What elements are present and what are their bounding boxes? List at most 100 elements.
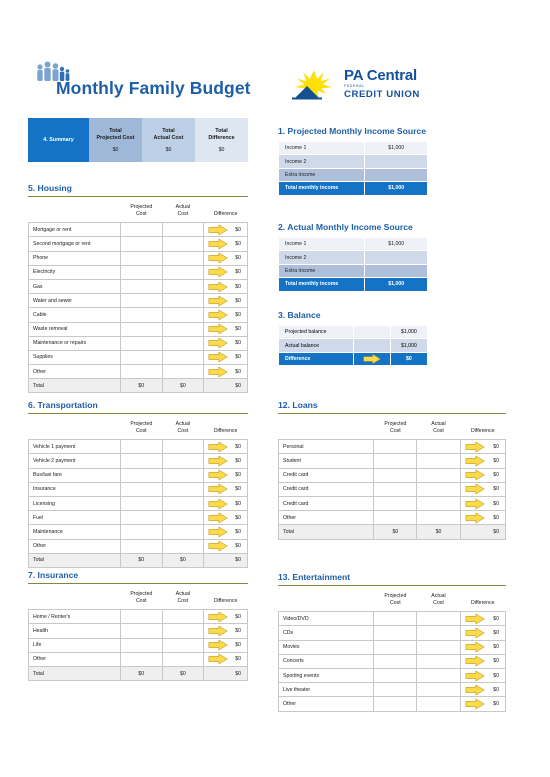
cell-projected-cost[interactable]: [373, 439, 418, 455]
cell-actual-cost[interactable]: [161, 467, 205, 483]
cell-actual-cost[interactable]: [161, 637, 205, 653]
cell-projected-cost[interactable]: [119, 510, 163, 526]
cell-projected-cost[interactable]: [119, 453, 163, 469]
cell-actual-cost[interactable]: [161, 264, 205, 280]
cell-actual-cost[interactable]: [161, 538, 205, 554]
section-projected-income: 1. Projected Monthly Income Source Incom…: [277, 126, 428, 196]
income-value[interactable]: [364, 250, 428, 265]
cell-actual-cost[interactable]: [416, 510, 461, 526]
cell-difference: $0: [203, 335, 248, 351]
cell-actual-cost[interactable]: [416, 667, 461, 684]
cell-actual-cost[interactable]: [416, 696, 461, 712]
total-projected-cost: $0: [119, 665, 163, 682]
income-value[interactable]: $1,000: [364, 140, 428, 156]
cell-projected-cost[interactable]: [119, 349, 163, 366]
cell-projected-cost[interactable]: [119, 307, 163, 323]
cell-actual-cost[interactable]: [161, 321, 205, 337]
cell-actual-cost[interactable]: [161, 609, 205, 625]
cell-projected-cost[interactable]: [119, 364, 163, 380]
cell-difference: $0: [203, 495, 248, 512]
cell-projected-cost[interactable]: [119, 623, 163, 639]
balance-table-container: Projected balance $1,000 Actual balance $1,…: [278, 324, 429, 367]
cell-projected-cost[interactable]: [373, 453, 418, 469]
income-value[interactable]: [364, 263, 428, 279]
cell-actual-cost[interactable]: [416, 481, 461, 497]
right-arrow-icon: [465, 641, 485, 653]
cell-projected-cost[interactable]: [119, 467, 163, 483]
right-arrow-icon: [208, 295, 228, 307]
income-value[interactable]: $1,000: [364, 236, 428, 252]
cell-actual-cost[interactable]: [416, 453, 461, 469]
cell-projected-cost[interactable]: [373, 639, 418, 655]
cell-projected-cost[interactable]: [119, 524, 163, 540]
cell-projected-cost[interactable]: [373, 467, 418, 483]
cell-actual-cost[interactable]: [161, 222, 205, 238]
cell-actual-cost[interactable]: [161, 623, 205, 639]
cell-actual-cost[interactable]: [161, 250, 205, 266]
cell-difference: $0: [459, 682, 507, 698]
table-row: Cable $0: [28, 307, 248, 323]
cell-projected-cost[interactable]: [373, 653, 418, 669]
cell-actual-cost[interactable]: [161, 307, 205, 323]
cell-projected-cost[interactable]: [119, 321, 163, 337]
cell-projected-cost[interactable]: [119, 495, 163, 512]
cell-projected-cost[interactable]: [119, 293, 163, 309]
cell-actual-cost[interactable]: [416, 467, 461, 483]
income-value[interactable]: [364, 167, 428, 183]
section-transportation: 6. Transportation Projected Cost Actual Cos…: [28, 400, 248, 568]
cell-actual-cost[interactable]: [416, 439, 461, 455]
income-value[interactable]: [364, 154, 428, 169]
cell-actual-cost[interactable]: [416, 639, 461, 655]
cell-projected-cost[interactable]: [119, 264, 163, 280]
cell-actual-cost[interactable]: [161, 481, 205, 497]
cell-projected-cost[interactable]: [373, 667, 418, 684]
row-label: Insurance: [28, 481, 121, 497]
cell-projected-cost[interactable]: [373, 495, 418, 512]
cell-actual-cost[interactable]: [161, 439, 205, 455]
cell-projected-cost[interactable]: [119, 236, 163, 252]
column-header-item: [279, 414, 374, 440]
income-total-value: $1,000: [364, 277, 428, 292]
cell-actual-cost[interactable]: [161, 293, 205, 309]
cell-projected-cost[interactable]: [373, 625, 418, 641]
cell-actual-cost[interactable]: [161, 510, 205, 526]
cell-difference: $0: [459, 510, 507, 526]
cell-projected-cost[interactable]: [373, 481, 418, 497]
cell-projected-cost[interactable]: [119, 250, 163, 266]
cell-actual-cost[interactable]: [161, 236, 205, 252]
cell-actual-cost[interactable]: [161, 651, 205, 667]
table-row: Water and sewer $0: [28, 293, 248, 309]
table-row: Other $0: [277, 696, 507, 712]
total-difference: $0: [459, 524, 507, 540]
cell-projected-cost[interactable]: [373, 510, 418, 526]
cell-projected-cost[interactable]: [119, 481, 163, 497]
right-arrow-icon: [208, 351, 228, 363]
cell-projected-cost[interactable]: [119, 439, 163, 455]
cell-actual-cost[interactable]: [416, 625, 461, 641]
cell-actual-cost[interactable]: [161, 349, 205, 366]
column-header-projected-cost: Projected Cost: [130, 421, 153, 434]
cell-difference: $0: [203, 637, 248, 653]
cell-actual-cost[interactable]: [416, 682, 461, 698]
cell-projected-cost[interactable]: [119, 637, 163, 653]
cell-actual-cost[interactable]: [416, 495, 461, 512]
cell-difference: $0: [459, 495, 507, 512]
cell-projected-cost[interactable]: [373, 696, 418, 712]
cell-projected-cost[interactable]: [119, 278, 163, 295]
cell-actual-cost[interactable]: [161, 495, 205, 512]
cell-projected-cost[interactable]: [119, 651, 163, 667]
cell-projected-cost[interactable]: [119, 609, 163, 625]
cell-actual-cost[interactable]: [416, 611, 461, 627]
cell-projected-cost[interactable]: [119, 335, 163, 351]
column-header-actual-cost: Actual Cost: [175, 421, 191, 434]
cell-projected-cost[interactable]: [373, 682, 418, 698]
cell-actual-cost[interactable]: [161, 524, 205, 540]
cell-actual-cost[interactable]: [161, 335, 205, 351]
cell-actual-cost[interactable]: [161, 453, 205, 469]
cell-projected-cost[interactable]: [119, 538, 163, 554]
cell-actual-cost[interactable]: [416, 653, 461, 669]
cell-projected-cost[interactable]: [119, 222, 163, 238]
cell-actual-cost[interactable]: [161, 278, 205, 295]
cell-projected-cost[interactable]: [373, 611, 418, 627]
cell-actual-cost[interactable]: [161, 364, 205, 380]
